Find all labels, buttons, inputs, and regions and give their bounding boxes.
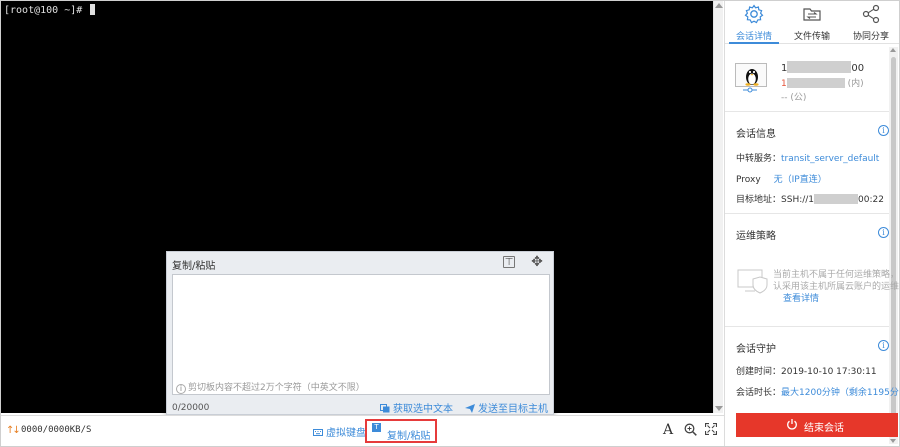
- font-size-button[interactable]: A: [663, 422, 673, 438]
- character-counter: 0/20000: [172, 403, 210, 413]
- target-label: 目标地址：: [736, 195, 782, 205]
- copy-paste-panel: 复制/粘贴 ⊤ ✥ i 剪切板内容不超过2万个字符（中英文不限） 0/20000 …: [166, 251, 554, 415]
- fetch-selected-text-button[interactable]: 获取选中文本: [380, 400, 453, 415]
- policy-shield-icon: [737, 269, 768, 294]
- terminal-cursor: [90, 4, 96, 15]
- tab-session-details[interactable]: 会话详情: [725, 1, 783, 44]
- folder-transfer-icon: [803, 8, 821, 21]
- redacted-mask: [814, 194, 859, 204]
- scroll-up-arrow-icon[interactable]: [890, 48, 896, 52]
- scroll-down-arrow-icon[interactable]: [715, 406, 723, 411]
- pin-icon[interactable]: ⊤: [503, 256, 515, 268]
- created-value: 2019-10-10 17:30:11: [781, 367, 877, 377]
- session-guard-title: 会话守护: [736, 344, 776, 355]
- tab-collab-share[interactable]: 协同分享: [842, 1, 899, 44]
- copy-icon: [380, 404, 390, 413]
- divider: [725, 111, 889, 112]
- duration-label: 会话时长：: [736, 388, 782, 398]
- scrollbar-thumb[interactable]: [891, 57, 896, 425]
- clipboard-hint-text: 剪切板内容不超过2万个字符（中英文不限）: [188, 383, 365, 393]
- created-time-row: 创建时间：2019-10-10 17:30:11: [736, 364, 877, 377]
- send-to-host-button[interactable]: 发送至目标主机: [465, 400, 548, 415]
- bottom-toolbar: ↑↓ 0000/0000KB/S 虚拟键盘 T 复制/粘贴 A: [1, 415, 724, 446]
- redacted-mask: [786, 78, 845, 88]
- terminal-line: [root@100 ~]#: [4, 4, 96, 16]
- active-tab-indicator: [729, 42, 779, 44]
- fullscreen-icon[interactable]: [705, 423, 717, 435]
- info-icon[interactable]: i: [878, 340, 889, 351]
- session-side-panel: 会话详情 文件传输 协同分享 1 00 1 (内) -- (公) 会话信息 i 中…: [724, 1, 899, 446]
- host-public-ip: -- (公): [781, 93, 807, 103]
- scroll-down-arrow-icon[interactable]: [890, 439, 896, 443]
- copy-paste-button[interactable]: T 复制/粘贴: [365, 419, 437, 443]
- proxy-value: 无（IP直连）: [773, 175, 827, 185]
- scroll-up-arrow-icon[interactable]: [715, 3, 723, 8]
- terminal-prompt: [root@100 ~]#: [4, 5, 89, 16]
- end-session-label: 结束会话: [804, 423, 844, 434]
- host-name-suffix: 00: [851, 63, 865, 74]
- host-stand-icon: [743, 87, 757, 93]
- divider: [725, 326, 889, 327]
- proxy-label: Proxy: [736, 175, 761, 185]
- clipboard-icon: T: [372, 423, 381, 432]
- send-icon: [465, 404, 475, 413]
- clipboard-hint: i 剪切板内容不超过2万个字符（中英文不限）: [176, 380, 365, 394]
- tab-session-details-label: 会话详情: [735, 32, 772, 42]
- session-info-title: 会话信息: [736, 129, 776, 140]
- clipboard-textarea[interactable]: [172, 274, 550, 395]
- side-panel-tabs: 会话详情 文件传输 协同分享: [725, 1, 899, 44]
- copy-paste-panel-title: 复制/粘贴: [172, 261, 216, 272]
- target-prefix: SSH://1: [781, 195, 815, 205]
- gear-icon: [744, 4, 764, 24]
- transfer-arrows-icon: ↑↓: [6, 425, 21, 436]
- info-icon: i: [176, 384, 186, 394]
- fetch-selected-text-label: 获取选中文本: [393, 404, 453, 415]
- virtual-keyboard-button[interactable]: 虚拟键盘: [313, 424, 366, 439]
- info-icon[interactable]: i: [878, 227, 889, 238]
- info-icon[interactable]: i: [878, 125, 889, 136]
- tab-file-transfer[interactable]: 文件传输: [783, 1, 841, 44]
- keyboard-icon: [313, 429, 323, 436]
- terminal-scrollbar[interactable]: [713, 1, 723, 413]
- created-label: 创建时间：: [736, 367, 782, 377]
- tab-file-transfer-label: 文件传输: [793, 32, 830, 42]
- inner-ip-suffix: (内): [847, 79, 864, 89]
- target-suffix: 00:22: [858, 195, 884, 205]
- relay-label: 中转服务：: [736, 154, 782, 164]
- relay-value: transit_server_default: [781, 154, 880, 164]
- host-inner-ip: 1 (内): [781, 76, 864, 89]
- end-session-button[interactable]: 结束会话: [736, 413, 898, 437]
- relay-service-row: 中转服务：transit_server_default: [736, 151, 879, 164]
- redacted-mask: [787, 61, 852, 73]
- zoom-in-icon[interactable]: [684, 423, 697, 436]
- proxy-row: Proxy 无（IP直连）: [736, 172, 827, 185]
- ops-policy-title: 运维策略: [736, 231, 776, 242]
- share-icon: [862, 4, 880, 24]
- duration-value: 最大1200分钟（剩余1195分: [781, 388, 899, 398]
- target-address-row: 目标地址：SSH://1 00:22: [736, 192, 884, 205]
- send-to-host-label: 发送至目标主机: [478, 404, 548, 415]
- linux-host-icon: [735, 63, 767, 87]
- transfer-speed: 0000/0000KB/S: [21, 425, 92, 435]
- session-duration-row: 会话时长：最大1200分钟（剩余1195分: [736, 385, 899, 398]
- power-icon: [787, 419, 797, 430]
- host-name: 1 00: [781, 61, 864, 74]
- move-icon[interactable]: ✥: [529, 254, 545, 270]
- tab-collab-share-label: 协同分享: [852, 32, 889, 42]
- view-details-link[interactable]: 查看详情: [783, 291, 819, 304]
- copy-paste-label: 复制/粘贴: [387, 431, 431, 442]
- penguin-icon: [745, 69, 759, 86]
- virtual-keyboard-label: 虚拟键盘: [326, 428, 366, 439]
- divider: [725, 213, 889, 214]
